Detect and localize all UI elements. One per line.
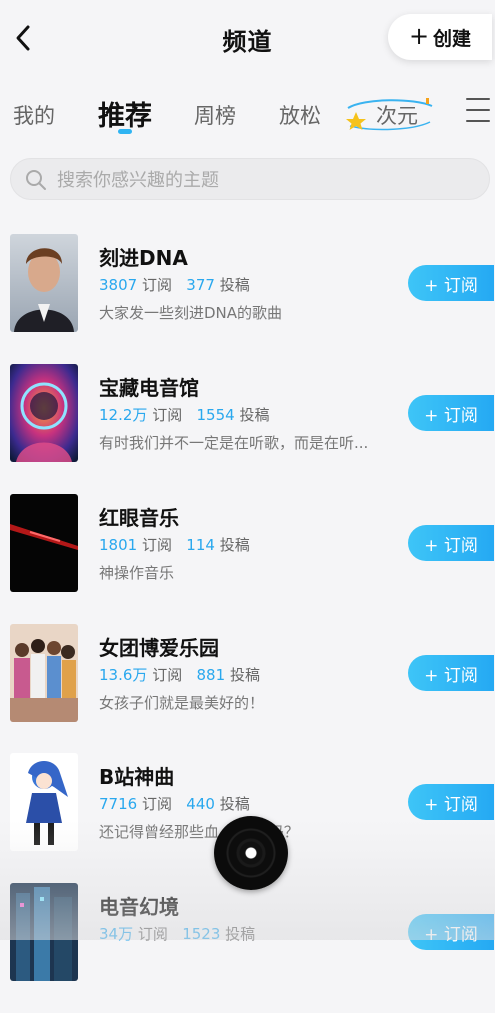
channel-description: 女孩子们就是最美好的！ <box>99 694 265 712</box>
active-tab-indicator <box>118 129 132 134</box>
tab-ciyuan[interactable]: 次元 <box>344 96 436 132</box>
channel-thumbnail <box>10 234 78 332</box>
channel-stats: 3807 订阅 377 投稿 <box>99 276 250 294</box>
channel-thumbnail <box>10 624 78 722</box>
channel-stats: 12.2万 订阅 1554 投稿 <box>99 406 270 424</box>
channel-thumbnail <box>10 364 78 462</box>
tab-ciyuan-label: 次元 <box>376 104 418 128</box>
channel-stats: 7716 订阅 440 投稿 <box>99 795 250 813</box>
subscribe-button[interactable]: + 订阅 <box>408 525 494 561</box>
search-icon <box>26 170 46 190</box>
tab-weekly[interactable]: 周榜 <box>194 100 236 130</box>
channel-thumbnail <box>10 494 78 592</box>
channel-thumbnail <box>10 883 78 981</box>
create-button[interactable]: + 创建 <box>388 14 492 60</box>
subscribe-button[interactable]: + 订阅 <box>408 914 494 950</box>
channel-item[interactable]: 红眼音乐 1801 订阅 114 投稿 神操作音乐 + 订阅 <box>0 494 495 624</box>
tab-mine[interactable]: 我的 <box>13 100 55 130</box>
music-player-vinyl-icon[interactable] <box>214 816 288 890</box>
subscribe-button[interactable]: + 订阅 <box>408 784 494 820</box>
tab-relax[interactable]: 放松 <box>279 100 321 130</box>
channel-name: 刻进DNA <box>99 246 188 270</box>
channel-name: 女团博爱乐园 <box>99 636 219 660</box>
channel-name: 电音幻境 <box>99 895 179 919</box>
create-button-label: 创建 <box>433 27 472 50</box>
channel-thumbnail <box>10 753 78 851</box>
channel-name: B站神曲 <box>99 765 175 789</box>
plus-icon: + <box>408 22 430 50</box>
channel-stats: 34万 订阅 1523 投稿 <box>99 925 256 943</box>
subscribe-button[interactable]: + 订阅 <box>408 265 494 301</box>
channel-item[interactable]: 刻进DNA 3807 订阅 377 投稿 大家发一些刻进DNA的歌曲 + 订阅 <box>0 234 495 364</box>
channel-name: 宝藏电音馆 <box>99 376 199 400</box>
channel-stats: 13.6万 订阅 881 投稿 <box>99 666 260 684</box>
channel-name: 红眼音乐 <box>99 506 179 530</box>
subscribe-button[interactable]: + 订阅 <box>408 655 494 691</box>
tab-recommend[interactable]: 推荐 <box>98 94 152 133</box>
channel-stats: 1801 订阅 114 投稿 <box>99 536 250 554</box>
menu-icon[interactable] <box>466 98 490 124</box>
channel-item[interactable]: 宝藏电音馆 12.2万 订阅 1554 投稿 有时我们并不一定是在听歌，而是在听… <box>0 364 495 494</box>
channel-description: 神操作音乐 <box>99 564 175 582</box>
search-bar[interactable] <box>10 158 490 200</box>
subscribe-button[interactable]: + 订阅 <box>408 395 494 431</box>
channel-description: 大家发一些刻进DNA的歌曲 <box>99 304 283 322</box>
channel-description: 有时我们并不一定是在听歌，而是在听... <box>99 434 369 452</box>
channel-item[interactable]: 女团博爱乐园 13.6万 订阅 881 投稿 女孩子们就是最美好的！ + 订阅 <box>0 624 495 754</box>
header-bar: 频道 + 创建 <box>0 0 495 78</box>
tabs-fade <box>436 92 450 132</box>
search-input[interactable] <box>55 165 459 195</box>
channel-item[interactable]: 电音幻境 34万 订阅 1523 投稿 + 订阅 <box>0 883 495 1013</box>
